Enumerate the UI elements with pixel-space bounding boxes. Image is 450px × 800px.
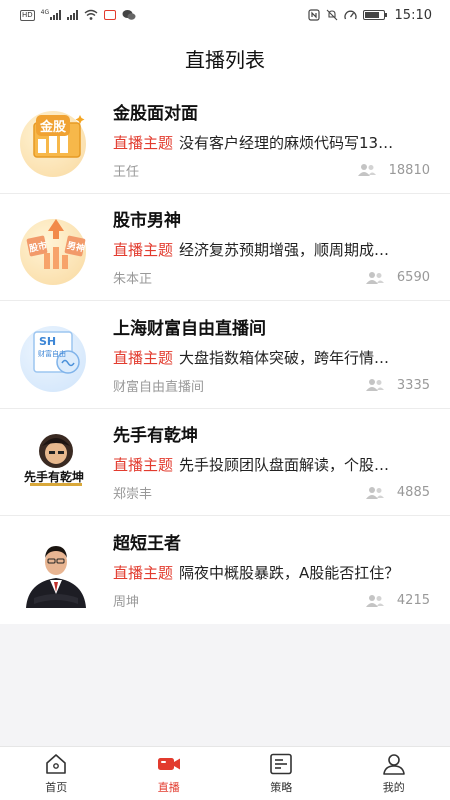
xianshou-logo-graphic [30,433,82,486]
host-name: 财富自由直播间 [113,379,205,395]
room-title: 金股面对面 [113,103,198,124]
viewer-count: 3335 [396,377,430,393]
tab-label: 首页 [45,780,68,794]
wifi-icon [84,9,98,20]
status-bar: HD 4G 15:10 [0,0,450,30]
red-app-icon [104,10,117,20]
tab-live[interactable]: 直播 [113,747,226,800]
live-room-item[interactable]: 先手有乾坤 先手有乾坤 直播主题 先手投顾团队盘面解读，个股… 郑崇丰 4885 [0,409,450,516]
viewer-count: 18810 [388,162,430,178]
topic-tag: 直播主题 [113,348,174,367]
thumb-gold-text: 金股 [36,115,71,137]
room-thumbnail-sh-freedom: SH 财富自由 [18,316,94,393]
viewer-count: 4215 [396,593,430,609]
host-name: 郑崇丰 [113,487,153,503]
viewers-icon [365,486,384,499]
4g-signal-icon: 4G [41,10,62,20]
thumb-sh-subtext: 财富自由 [38,350,66,359]
host-name: 王任 [113,164,140,180]
viewers-icon [357,164,376,177]
mute-icon [326,9,337,21]
status-time: 15:10 [394,7,432,23]
thumb-sh-text: SH [39,335,57,349]
profile-icon [382,753,405,775]
room-topic: 经济复苏预期增强，顺周期成… [179,241,390,260]
host-name: 周坤 [113,595,140,611]
room-title: 上海财富自由直播间 [113,318,266,339]
thumb-xianshou-text: 先手有乾坤 [24,469,85,484]
host-name: 朱本正 [113,272,153,288]
page-title: 直播列表 [185,47,265,72]
hd-icon: HD [20,9,35,21]
viewers-icon [365,271,384,284]
room-topic: 没有客户经理的麻烦代码写13… [179,133,394,152]
live-camera-icon [157,757,180,770]
room-title: 超短王者 [113,534,181,555]
room-topic: 先手投顾团队盘面解读，个股… [179,456,390,475]
viewers-icon [365,379,384,392]
signal-icon [67,10,79,20]
tab-profile[interactable]: 我的 [338,747,450,800]
nfc-icon [307,9,320,21]
tab-home[interactable]: 首页 [0,747,113,800]
room-thumbnail-gold-stocks: 金股 [18,101,94,178]
room-thumbnail-host-portrait [18,531,94,608]
live-room-item[interactable]: 超短王者 直播主题 隔夜中概股暴跌，A股能否扛住？ 周坤 4215 [0,516,450,624]
room-topic: 大盘指数箱体突破，跨年行情… [179,348,390,367]
speed-icon [343,10,357,20]
viewer-count: 4885 [396,485,430,501]
home-icon [46,753,67,774]
wechat-icon [122,10,136,20]
live-room-item[interactable]: 金股 金股面对面 直播主题 没有客户经理的麻烦代码写13… 王任 18810 [0,86,450,194]
gold-stocks-graphic [33,115,85,158]
page-header: 直播列表 [0,30,450,86]
topic-tag: 直播主题 [113,241,174,260]
room-title: 先手有乾坤 [113,426,198,447]
topic-tag: 直播主题 [113,133,174,152]
battery-icon [362,10,387,20]
viewer-count: 6590 [396,270,430,286]
room-thumbnail-xianshou: 先手有乾坤 [18,424,94,500]
tab-label: 我的 [382,780,405,794]
topic-tag: 直播主题 [113,564,174,583]
host-portrait-graphic [18,531,94,608]
status-right: 15:10 [307,7,432,23]
tab-label: 直播 [157,780,180,794]
strategy-doc-icon [270,753,293,774]
live-room-list: 金股 金股面对面 直播主题 没有客户经理的麻烦代码写13… 王任 18810 股… [0,86,450,624]
viewers-icon [365,594,384,607]
room-topic: 隔夜中概股暴跌，A股能否扛住？ [179,564,400,583]
topic-tag: 直播主题 [113,456,174,475]
room-title: 股市男神 [113,211,181,232]
tab-label: 策略 [270,780,293,794]
tab-strategy[interactable]: 策略 [225,747,338,800]
bottom-tab-bar: 首页 直播 策略 我的 [0,746,450,800]
status-left: HD 4G [20,9,136,21]
live-room-item[interactable]: SH 财富自由 上海财富自由直播间 直播主题 大盘指数箱体突破，跨年行情… 财富自… [0,301,450,409]
room-thumbnail-stock-god: 股市 男神 [18,209,94,285]
live-room-item[interactable]: 股市 男神 股市男神 直播主题 经济复苏预期增强，顺周期成… 朱本正 6590 [0,194,450,301]
